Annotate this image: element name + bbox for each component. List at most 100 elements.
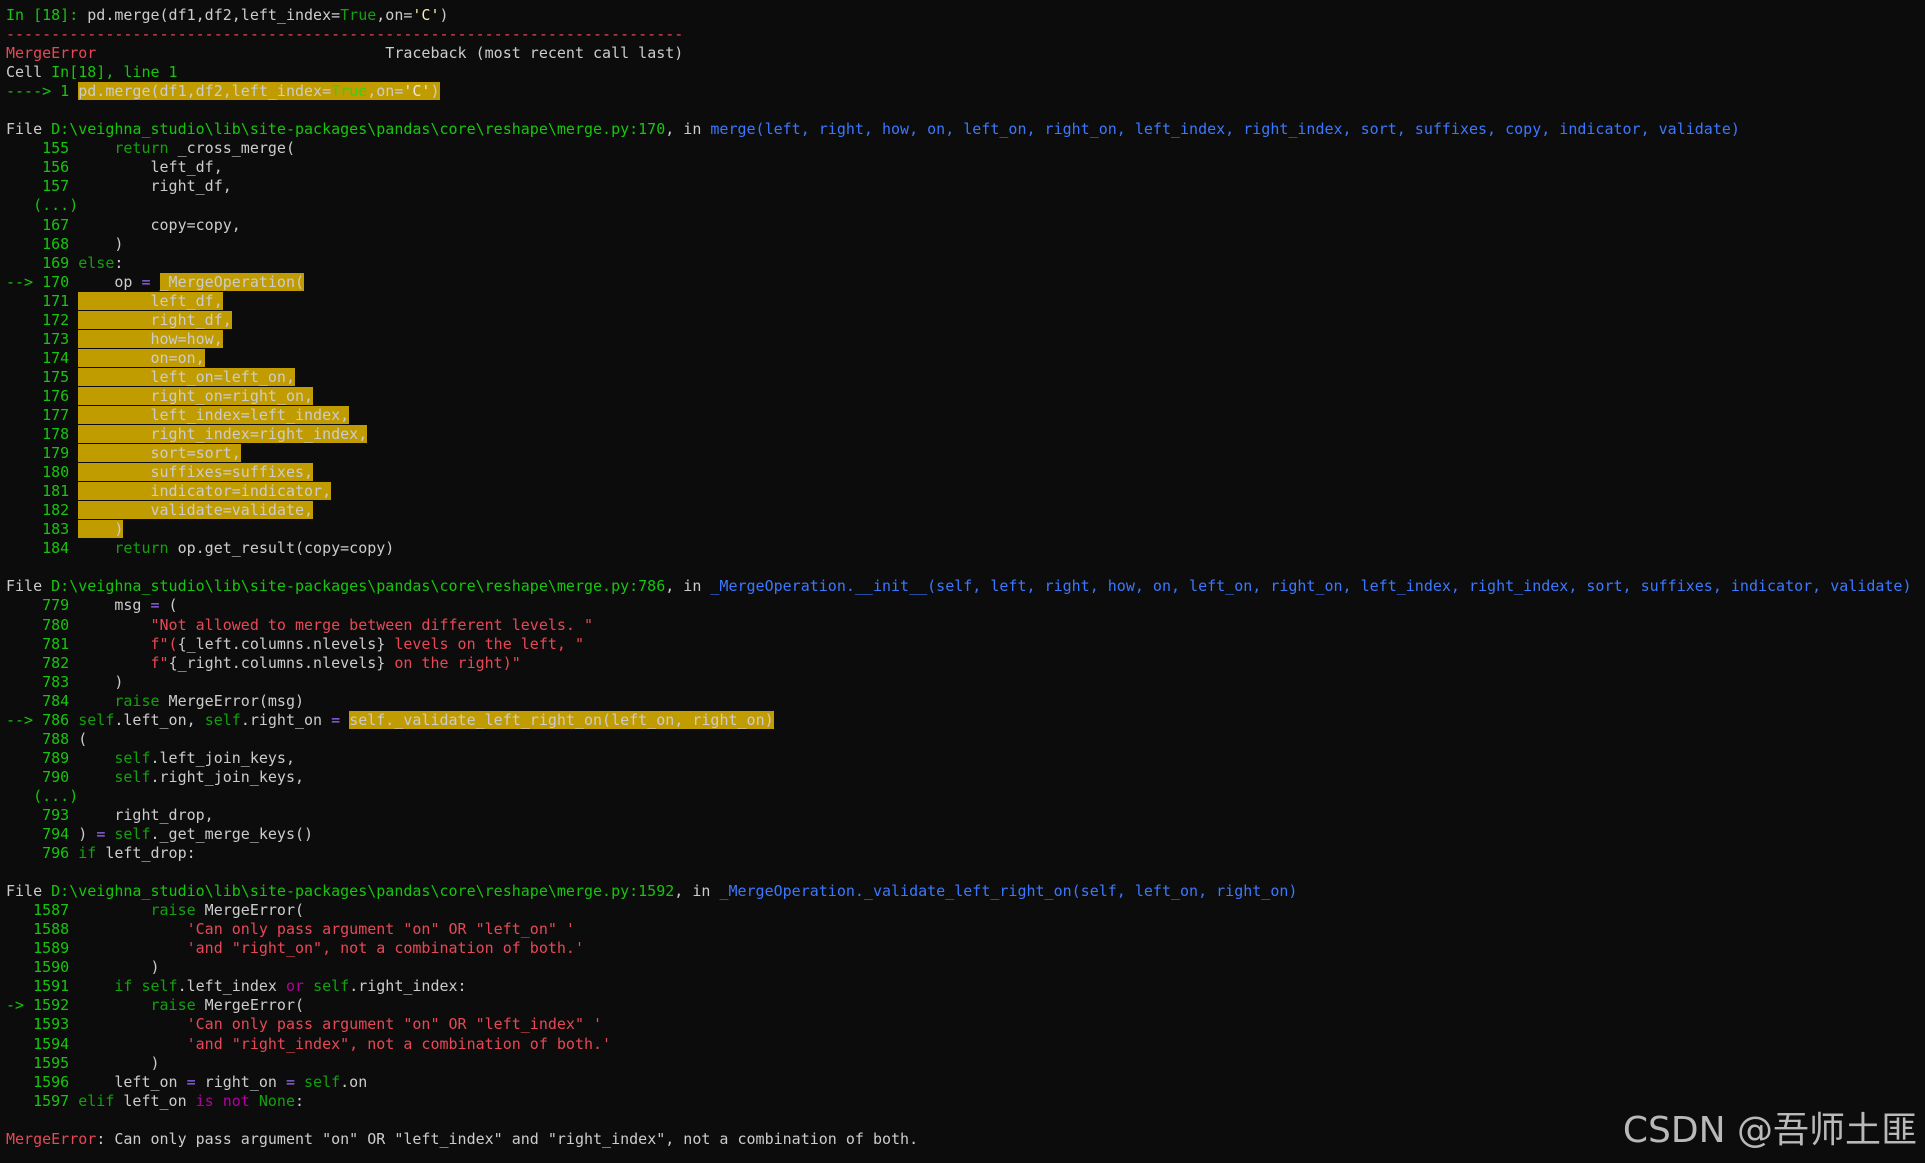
text-segment: 788 bbox=[6, 729, 79, 748]
text-segment: right_index=right_index, bbox=[78, 425, 368, 444]
text-segment: {_left.columns.nlevels} bbox=[177, 634, 386, 653]
text-segment: 1597 bbox=[6, 1091, 79, 1110]
text-segment: 1587 bbox=[6, 901, 79, 920]
text-segment: 780 bbox=[6, 615, 79, 634]
text-segment: op.get_result(copy=copy) bbox=[168, 539, 395, 558]
terminal-line: 779 msg = ( bbox=[6, 596, 1918, 615]
text-segment: how=how, bbox=[78, 329, 223, 348]
text-segment: 176 bbox=[6, 386, 79, 405]
terminal-line: 1593 'Can only pass argument "on" OR "le… bbox=[6, 1015, 1918, 1034]
text-segment: pd.merge(df1,df2,left_index= bbox=[78, 82, 332, 101]
text-segment: 793 bbox=[6, 805, 79, 824]
text-segment: ----> 1 bbox=[6, 82, 79, 101]
text-segment: , in bbox=[674, 882, 720, 901]
text-segment: if bbox=[78, 844, 97, 863]
text-segment: True bbox=[331, 82, 368, 101]
text-segment: 'and "right_index", not a combination of… bbox=[186, 1034, 612, 1053]
text-segment: 790 bbox=[6, 767, 79, 786]
text-segment: msg bbox=[78, 596, 151, 615]
text-segment: merge(left, right, how, on, left_on, rig… bbox=[710, 120, 1740, 139]
text-segment: 169 bbox=[6, 253, 79, 272]
text-segment: 1588 bbox=[6, 920, 79, 939]
terminal-line: 169 else: bbox=[6, 254, 1918, 273]
text-segment: _MergeOperation( bbox=[159, 272, 305, 291]
text-segment: 1591 bbox=[6, 977, 79, 996]
text-segment bbox=[340, 711, 349, 729]
text-segment: left_on=left_on, bbox=[78, 367, 295, 386]
text-segment: 781 bbox=[6, 634, 79, 653]
text-segment: Cell bbox=[6, 63, 52, 82]
text-segment: --> 170 bbox=[6, 272, 79, 291]
text-segment: = bbox=[331, 710, 341, 729]
text-segment: self bbox=[114, 767, 151, 786]
text-segment: , in bbox=[665, 120, 711, 139]
text-segment: , in bbox=[665, 577, 711, 596]
text-segment: 183 bbox=[6, 520, 79, 539]
text-segment: 1593 bbox=[6, 1015, 79, 1034]
terminal-line: 1589 'and "right_on", not a combination … bbox=[6, 939, 1918, 958]
text-segment bbox=[78, 749, 114, 767]
text-segment: ) bbox=[78, 672, 124, 691]
text-segment: ._get_merge_keys() bbox=[150, 825, 314, 844]
text-segment: ( bbox=[78, 729, 88, 748]
text-segment: ----------------------------------------… bbox=[6, 25, 684, 44]
text-segment: 175 bbox=[6, 367, 79, 386]
terminal-line: 790 self.right_join_keys, bbox=[6, 768, 1918, 787]
terminal-line: 171 left_df, bbox=[6, 291, 1918, 311]
text-segment: ) bbox=[78, 520, 124, 539]
text-segment: if bbox=[114, 977, 133, 996]
text-segment: pd.merge(df1,df2,left_index= bbox=[87, 6, 341, 24]
text-segment: not bbox=[222, 1091, 250, 1110]
text-segment: ( bbox=[159, 596, 178, 615]
terminal-line: 175 left_on=left_on, bbox=[6, 367, 1918, 387]
text-segment: return bbox=[114, 139, 169, 158]
text-segment: ) bbox=[78, 958, 160, 977]
text-segment bbox=[78, 901, 150, 919]
terminal-line: -> 1592 raise MergeError( bbox=[6, 996, 1918, 1015]
text-segment: : bbox=[295, 1091, 305, 1110]
text-segment: MergeError( bbox=[195, 901, 305, 920]
text-segment: 167 bbox=[6, 215, 79, 234]
text-segment: 155 bbox=[6, 139, 79, 158]
terminal-line: 179 sort=sort, bbox=[6, 444, 1918, 463]
text-segment: left_df, bbox=[78, 291, 223, 310]
terminal-line: MergeError Traceback (most recent call l… bbox=[6, 44, 1918, 63]
text-segment: ,on= bbox=[376, 6, 413, 24]
text-segment: elif bbox=[78, 1091, 115, 1110]
text-segment: .on bbox=[340, 1072, 368, 1091]
text-segment: 184 bbox=[6, 539, 79, 558]
terminal-line: --> 786 self.left_on, self.right_on = se… bbox=[6, 710, 1918, 730]
text-segment: 157 bbox=[6, 177, 79, 196]
text-segment: raise bbox=[114, 691, 160, 710]
text-segment bbox=[295, 1073, 304, 1091]
text-segment: self bbox=[114, 825, 151, 844]
terminal-line: 172 right_df, bbox=[6, 310, 1918, 330]
text-segment: 1596 bbox=[6, 1072, 79, 1091]
text-segment: 782 bbox=[6, 653, 79, 672]
text-segment: ) bbox=[439, 6, 449, 24]
text-segment bbox=[78, 920, 186, 938]
text-segment bbox=[78, 692, 114, 710]
text-segment: f" bbox=[150, 653, 169, 672]
text-segment: Traceback (most recent call last) bbox=[96, 44, 684, 63]
text-segment: 'C' bbox=[412, 6, 440, 24]
terminal-line: 181 indicator=indicator, bbox=[6, 482, 1918, 501]
text-segment: self bbox=[204, 710, 241, 729]
terminal-line: 788 ( bbox=[6, 730, 1918, 749]
text-segment: or bbox=[285, 977, 305, 996]
text-segment: MergeError bbox=[6, 44, 97, 63]
terminal-line: 174 on=on, bbox=[6, 348, 1918, 368]
terminal-line: 183 ) bbox=[6, 520, 1918, 539]
text-segment: 171 bbox=[6, 291, 79, 310]
text-segment: .left_join_keys, bbox=[150, 748, 296, 767]
text-segment: on the right)" bbox=[385, 653, 521, 672]
text-segment: right_on bbox=[195, 1072, 286, 1091]
terminal-line: 168 ) bbox=[6, 235, 1918, 254]
terminal-line: 173 how=how, bbox=[6, 329, 1918, 349]
terminal-line: 781 f"({_left.columns.nlevels} levels on… bbox=[6, 635, 1918, 654]
terminal-line: Cell In[18], line 1 bbox=[6, 63, 1918, 82]
terminal-line: 780 "Not allowed to merge between differ… bbox=[6, 616, 1918, 635]
text-segment: left_index=left_index, bbox=[78, 405, 350, 424]
text-segment: 181 bbox=[6, 482, 79, 501]
text-segment bbox=[214, 1092, 223, 1110]
